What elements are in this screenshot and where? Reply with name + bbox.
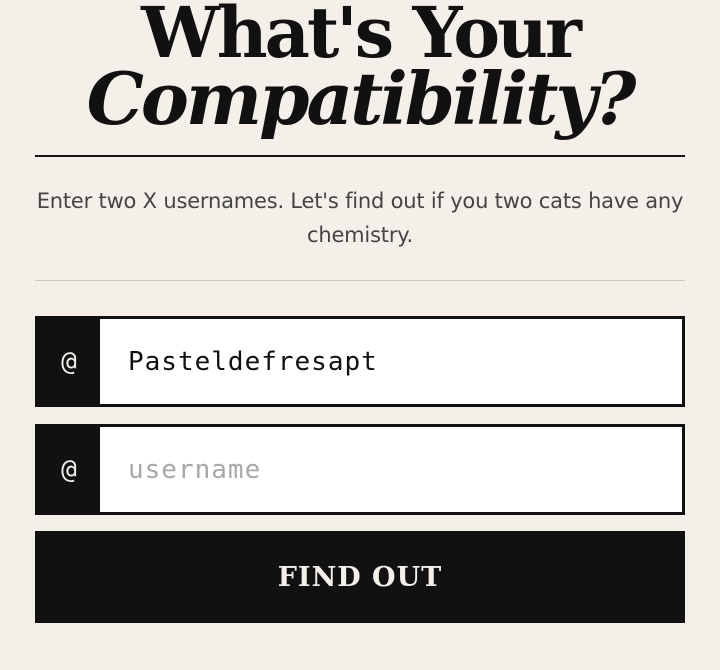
at-sign-icon: @ (38, 427, 100, 512)
title-divider (35, 155, 685, 157)
first-username-input[interactable] (100, 319, 682, 404)
page-title-line2: Compatibility? (86, 56, 637, 141)
compatibility-page: What's Your Compatibility? Enter two X u… (0, 0, 720, 670)
second-username-field: @ (35, 424, 685, 515)
intro-text: Enter two X usernames. Let's find out if… (36, 189, 684, 247)
first-username-field: @ (35, 316, 685, 407)
find-out-button[interactable]: FIND OUT (35, 531, 685, 623)
section-divider (35, 280, 685, 281)
second-username-input[interactable] (100, 427, 682, 512)
at-sign-icon: @ (38, 319, 100, 404)
